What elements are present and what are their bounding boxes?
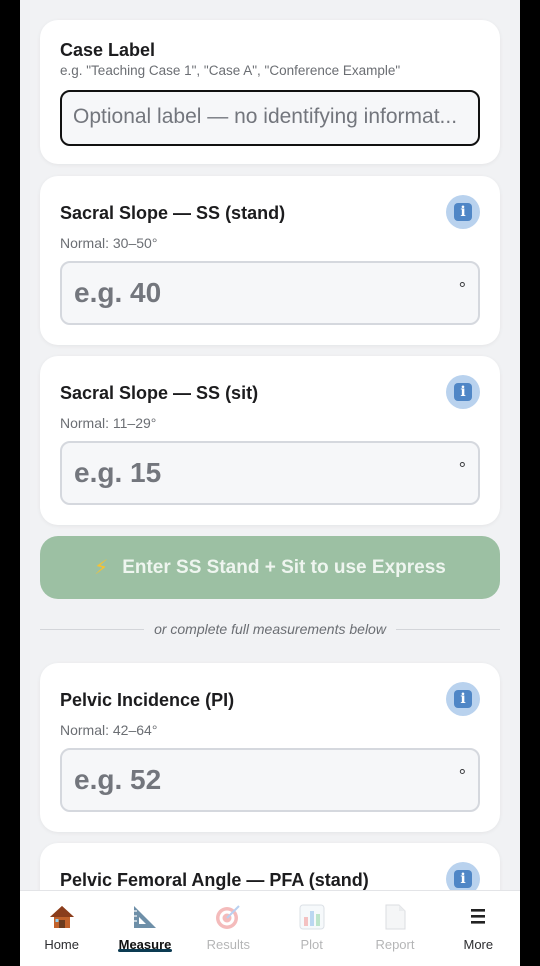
divider-line-left [40,628,145,630]
set-square-icon [131,903,159,931]
tab-more-label: More [463,937,494,952]
ss-sit-title: Sacral Slope — SS (sit) [60,383,259,403]
tab-results-label: Results [206,937,250,952]
lightning-icon: ⚡ [94,557,109,579]
menu-icon [464,903,492,931]
info-icon: i [454,690,472,708]
ss-stand-placeholder: e.g. 40 [74,277,162,308]
target-icon [214,903,242,931]
ss-stand-card: Sacral Slope — SS (stand) i Normal: 30–5… [40,176,500,345]
degree-unit: ° [458,766,466,786]
info-icon: i [454,870,472,888]
tab-plot[interactable]: Plot [270,891,353,966]
degree-unit: ° [458,459,466,479]
tab-home-label: Home [44,937,79,952]
measure-screen: Case Label e.g. "Teaching Case 1", "Case… [20,0,520,966]
pi-normal-range: Normal: 42–64° [60,722,158,738]
ss-sit-card: Sacral Slope — SS (sit) i Normal: 11–29°… [40,356,500,525]
section-divider: or complete full measurements below [40,620,501,638]
active-tab-indicator [117,949,172,952]
ss-sit-placeholder: e.g. 15 [74,457,162,488]
pi-card: Pelvic Incidence (PI) i Normal: 42–64° e… [40,663,500,832]
case-label-title: Case Label [60,40,156,60]
pi-info-button[interactable]: i [446,682,480,716]
info-icon: i [454,383,472,401]
house-icon [48,903,76,931]
pi-placeholder: e.g. 52 [74,764,162,795]
degree-unit: ° [458,279,466,299]
case-label-hint: e.g. "Teaching Case 1", "Case A", "Confe… [60,63,401,78]
ss-sit-input[interactable]: e.g. 15 ° [60,441,480,505]
ss-stand-info-button[interactable]: i [446,195,480,229]
pi-input[interactable]: e.g. 52 ° [60,748,480,812]
ss-sit-normal-range: Normal: 11–29° [60,415,157,431]
case-label-placeholder: Optional label — no identifying informat… [73,105,458,128]
pfa-stand-title: Pelvic Femoral Angle — PFA (stand) [60,870,369,890]
document-icon [381,903,409,931]
tab-home[interactable]: Home [20,891,103,966]
tab-more[interactable]: More [437,891,520,966]
bar-chart-icon [298,903,326,931]
ss-sit-info-button[interactable]: i [446,375,480,409]
express-button-label: Enter SS Stand + Sit to use Express [122,556,446,578]
divider-text: or complete full measurements below [154,621,386,637]
divider-line-right [395,628,501,630]
ss-stand-input[interactable]: e.g. 40 ° [60,261,480,325]
tab-measure[interactable]: Measure [103,891,186,966]
case-label-card: Case Label e.g. "Teaching Case 1", "Case… [40,20,500,164]
tab-report[interactable]: Report [353,891,436,966]
info-icon: i [454,203,472,221]
tab-report-label: Report [375,937,415,952]
express-button[interactable]: ⚡ Enter SS Stand + Sit to use Express [40,536,500,599]
ss-stand-normal-range: Normal: 30–50° [60,235,158,251]
case-label-input[interactable]: Optional label — no identifying informat… [60,90,480,146]
ss-stand-title: Sacral Slope — SS (stand) [60,203,286,223]
tab-results[interactable]: Results [187,891,270,966]
bottom-tab-bar: Home Measure Results Plot Report More [20,890,520,966]
tab-plot-label: Plot [300,937,323,952]
pi-title: Pelvic Incidence (PI) [60,690,235,710]
